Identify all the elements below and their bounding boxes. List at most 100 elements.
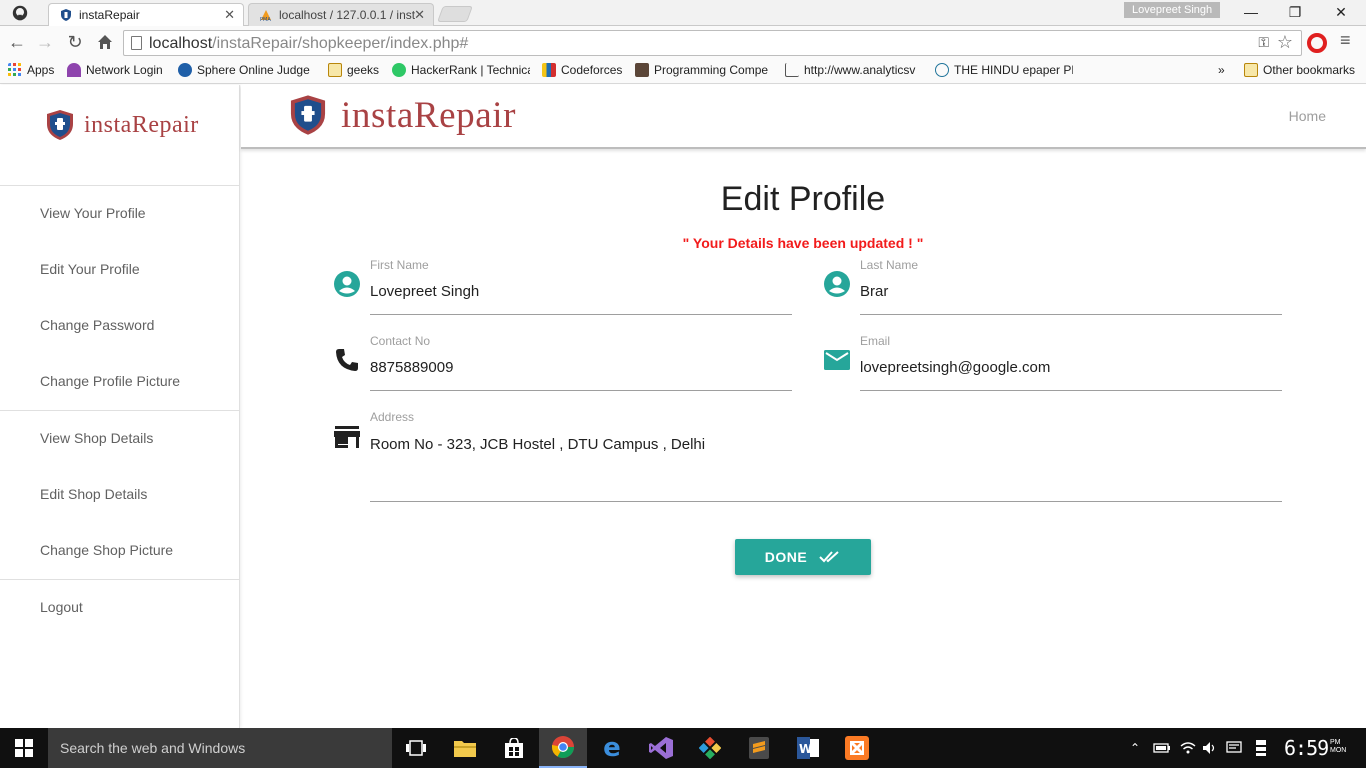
svg-text:PMA: PMA [260,17,271,22]
sidebar-item-view-profile[interactable]: View Your Profile [40,205,146,221]
sidebar-item-change-password[interactable]: Change Password [40,317,154,333]
back-arrow-icon[interactable]: ← [6,31,28,53]
volume-icon[interactable] [1202,728,1218,768]
hackerrank-icon [392,63,406,77]
forward-arrow-icon[interactable]: → [34,31,56,53]
tab-title: instaRepair [79,8,140,22]
close-window-icon[interactable]: ✕ [1318,2,1364,22]
key-icon[interactable]: ⚿ [1258,34,1269,51]
folder-icon [1244,63,1258,77]
bookmark-analytics[interactable]: http://www.analyticsv [785,63,923,77]
bookmark-apps[interactable]: Apps [8,63,54,77]
clock-time[interactable]: 6:59 [1284,736,1329,760]
address-bar[interactable]: localhost/instaRepair/shopkeeper/index.p… [123,30,1302,56]
store-icon [334,426,360,448]
bookmark-hackerrank[interactable]: HackerRank | Technica [392,63,530,77]
tab-phpmyadmin[interactable]: PMA localhost / 127.0.0.1 / inst ✕ [248,3,434,26]
opera-extension-icon[interactable] [1307,33,1327,53]
last-name-input[interactable]: Brar [860,283,888,300]
phpmyadmin-favicon-icon: PMA [260,10,271,22]
bookmarks-overflow-chevron[interactable]: » [1218,63,1225,77]
mail-icon [824,350,850,370]
xampp-app-icon[interactable] [833,728,881,768]
address-textarea[interactable]: Room No - 323, JCB Hostel , DTU Campus ,… [370,436,705,453]
chart-line-icon [785,63,799,77]
bookmark-codeforces[interactable]: Codeforces [542,63,622,77]
bookmark-other[interactable]: Other bookmarks [1244,63,1355,77]
instarepair-favicon-icon [61,9,71,21]
address-label: Address [370,410,415,424]
phone-icon [336,349,358,371]
contact-input[interactable]: 8875889009 [370,359,453,376]
side-nav: instaRepair View Your Profile Edit Your … [0,85,240,728]
spoj-icon [178,63,192,77]
wordpress-icon [935,63,949,77]
store-app-icon[interactable] [490,728,538,768]
first-name-input[interactable]: Lovepreet Singh [370,283,479,300]
tab-close-icon[interactable]: ✕ [414,7,425,23]
tab-title: localhost / 127.0.0.1 / inst [279,8,416,22]
last-name-underline [860,314,1282,315]
url-text[interactable]: localhost/instaRepair/shopkeeper/index.p… [149,35,468,53]
codeforces-icon [542,63,556,77]
new-tab-button[interactable] [437,6,473,22]
home-link[interactable]: Home [1289,108,1326,124]
bookmark-network-login[interactable]: Network Login [67,63,163,77]
done-button[interactable]: DONE [735,539,871,575]
sidebar-item-change-profile-picture[interactable]: Change Profile Picture [40,373,180,389]
file-explorer-icon[interactable] [441,728,489,768]
contact-label: Contact No [370,334,431,348]
bookmark-folder-geeks[interactable]: geeks [328,63,379,77]
restore-icon[interactable]: ❐ [1272,2,1318,22]
brand-name: instaRepair [341,94,517,136]
apps-grid-icon [8,63,21,76]
chrome-menu-icon[interactable]: ≡ [1340,30,1351,51]
github-icon[interactable] [10,4,30,22]
windows-start-icon[interactable] [0,728,48,768]
bookmark-programming-competitions[interactable]: Programming Compe [635,63,775,77]
clock-date-stack[interactable]: PM MON [1330,739,1346,755]
sidebar-logo[interactable]: instaRepair [44,109,199,141]
reload-icon[interactable]: ↻ [64,31,86,53]
sidebar-item-logout[interactable]: Logout [40,599,83,615]
word-app-icon[interactable]: W [784,728,832,768]
account-circle-icon [334,271,360,297]
git-app-icon[interactable] [686,728,734,768]
bookmark-star-icon[interactable]: ☆ [1277,32,1293,53]
sidebar-item-change-shop-picture[interactable]: Change Shop Picture [40,542,173,558]
show-hidden-icons-chevron[interactable]: ⌃ [1130,728,1140,768]
chrome-app-icon[interactable] [539,728,587,768]
keyboard-language-icon[interactable] [1254,728,1268,768]
minimize-icon[interactable]: — [1228,2,1274,22]
browser-tab-strip: instaRepair ✕ PMA localhost / 127.0.0.1 … [0,0,1366,26]
battery-icon[interactable] [1153,728,1171,768]
account-circle-icon [824,271,850,297]
tab-instarepair[interactable]: instaRepair ✕ [48,3,244,26]
task-view-icon[interactable] [392,728,440,768]
action-center-icon[interactable] [1226,728,1242,768]
bookmark-the-hindu[interactable]: THE HINDU epaper PE [935,63,1073,77]
email-input[interactable]: lovepreetsingh@google.com [860,359,1050,376]
sidebar-item-view-shop-details[interactable]: View Shop Details [40,430,153,446]
address-underline [370,501,1282,502]
page-icon [131,36,142,50]
profile-name-badge[interactable]: Lovepreet Singh [1124,2,1221,18]
header-logo[interactable]: instaRepair [287,93,516,137]
divider [0,579,239,580]
page-title: Edit Profile [720,180,886,218]
bookmarks-bar: Apps Network Login Sphere Online Judge g… [0,59,1366,84]
shield-logo-icon [47,110,73,140]
sidebar-item-edit-profile[interactable]: Edit Your Profile [40,261,140,277]
wifi-icon[interactable] [1180,728,1196,768]
edge-app-icon[interactable]: e [588,728,636,768]
svg-text:W: W [799,742,812,756]
sublime-text-icon[interactable] [735,728,783,768]
folder-icon [328,63,342,77]
tab-close-icon[interactable]: ✕ [224,7,235,23]
visual-studio-icon[interactable] [637,728,685,768]
sidebar-item-edit-shop-details[interactable]: Edit Shop Details [40,486,147,502]
bookmark-spoj[interactable]: Sphere Online Judge [178,63,316,77]
taskbar-search-box[interactable]: Search the web and Windows [48,728,392,768]
home-icon[interactable] [94,31,116,53]
last-name-label: Last Name [860,258,919,272]
